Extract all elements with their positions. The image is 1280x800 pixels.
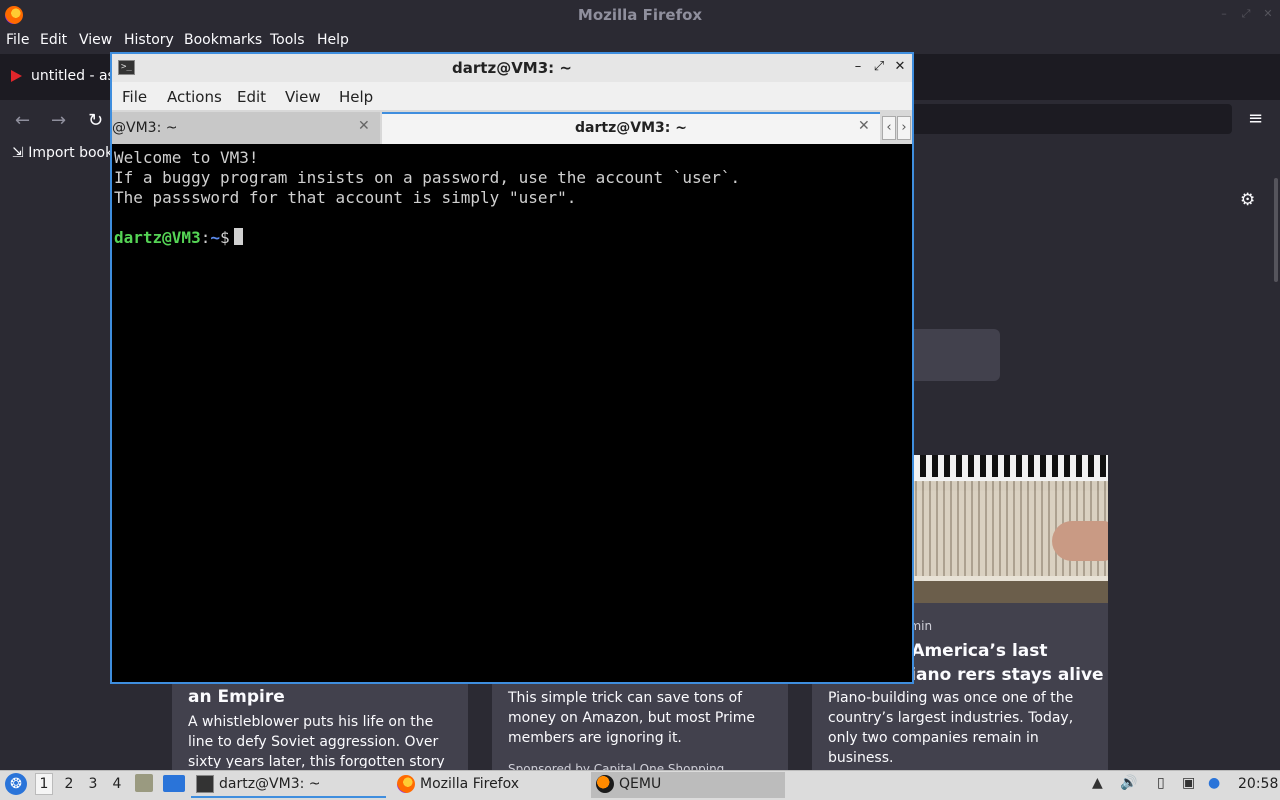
prompt-path: ~ (210, 228, 220, 247)
gear-icon[interactable]: ⚙ (1240, 190, 1255, 210)
story-description: A whistleblower puts his life on the lin… (188, 714, 445, 768)
scroll-tabs-right-icon[interactable]: › (897, 116, 911, 140)
import-icon: ⇲ (12, 145, 29, 161)
workspace-1[interactable]: 1 (35, 773, 53, 795)
workspace-3[interactable]: 3 (84, 776, 102, 792)
scrollbar[interactable] (1274, 178, 1278, 282)
terminal-menu-actions[interactable]: Actions (167, 88, 222, 106)
terminal-prompt: dartz@VM3:~$ (114, 228, 910, 248)
prompt-user: dartz@VM3 (114, 228, 201, 247)
forward-icon[interactable]: → (51, 110, 66, 131)
close-icon[interactable]: ✕ (1262, 8, 1274, 20)
firefox-titlebar: Mozilla Firefox (0, 0, 1280, 30)
maximize-icon[interactable]: ⤢ (1240, 8, 1252, 20)
reload-icon[interactable]: ↻ (88, 110, 103, 131)
scroll-tabs-left-icon[interactable]: ‹ (882, 116, 896, 140)
file-manager-icon[interactable] (135, 774, 153, 792)
maximize-icon[interactable]: ⤢ (871, 59, 887, 75)
task-firefox[interactable]: Mozilla Firefox (392, 772, 587, 798)
terminal-menu-file[interactable]: File (122, 88, 147, 106)
story-title: an Empire (188, 687, 285, 707)
tray-expand-icon[interactable]: ▲ (1092, 775, 1103, 791)
firefox-logo-icon (5, 6, 23, 24)
terminal-line: The passsword for that account is simply… (114, 188, 577, 207)
terminal-tab-label: dartz@VM3: ~ (575, 120, 687, 136)
terminal-icon (196, 775, 214, 793)
import-bookmarks-button[interactable]: ⇲ Import book (12, 145, 113, 161)
network-icon[interactable]: ▣ (1182, 775, 1195, 791)
terminal-window: >_ dartz@VM3: ~ – ⤢ ✕ File Actions Edit … (110, 52, 914, 684)
menu-history[interactable]: History (124, 32, 174, 48)
close-icon[interactable]: ✕ (892, 59, 908, 75)
story-description: Piano-building was once one of the count… (828, 690, 1074, 766)
url-bar[interactable] (905, 104, 1232, 134)
terminal-menu-help[interactable]: Help (339, 88, 373, 106)
menu-tools[interactable]: Tools (270, 32, 305, 48)
browser-tab[interactable]: untitled - as (31, 68, 115, 84)
sponsored-label: Sponsored by Capital One Shopping (508, 762, 725, 770)
story-title: f America’s last piano rers stays alive (898, 641, 1104, 685)
minimize-icon[interactable]: – (850, 59, 866, 75)
terminal-menu-view[interactable]: View (285, 88, 321, 106)
story-description: This simple trick can save tons of money… (508, 690, 756, 746)
workspace-2[interactable]: 2 (60, 776, 78, 792)
terminal-tab-label: @VM3: ~ (112, 120, 178, 136)
close-tab-icon[interactable]: ✕ (858, 118, 870, 134)
show-desktop-icon[interactable] (163, 775, 185, 792)
qemu-icon (596, 775, 614, 793)
terminal-output[interactable]: Welcome to VM3! If a buggy program insist… (114, 148, 910, 248)
hamburger-menu-icon[interactable]: ≡ (1248, 108, 1263, 129)
terminal-line: If a buggy program insists on a password… (114, 168, 741, 187)
clipboard-icon[interactable]: ▯ (1157, 775, 1165, 791)
workspace-4[interactable]: 4 (108, 776, 126, 792)
menu-edit[interactable]: Edit (40, 32, 67, 48)
back-icon[interactable]: ← (15, 110, 30, 131)
close-tab-icon[interactable]: ✕ (358, 118, 370, 134)
menu-file[interactable]: File (6, 32, 29, 48)
terminal-line: Welcome to VM3! (114, 148, 259, 167)
youtube-icon (11, 70, 22, 82)
update-notifier-icon[interactable]: ● (1208, 775, 1220, 791)
terminal-title: dartz@VM3: ~ (452, 59, 572, 77)
volume-icon[interactable]: 🔊 (1120, 775, 1137, 791)
menu-view[interactable]: View (79, 32, 112, 48)
prompt-symbol: $ (219, 228, 230, 247)
menu-help[interactable]: Help (317, 32, 349, 48)
import-bookmarks-label: Import book (28, 145, 114, 161)
task-qemu[interactable]: QEMU (591, 772, 785, 798)
clock[interactable]: 20:58 (1238, 776, 1278, 792)
task-terminal[interactable]: dartz@VM3: ~ (191, 772, 386, 798)
start-menu-icon[interactable]: ❂ (5, 773, 27, 795)
menu-bookmarks[interactable]: Bookmarks (184, 32, 262, 48)
terminal-menu-edit[interactable]: Edit (237, 88, 266, 106)
text-cursor (233, 228, 243, 245)
firefox-icon (397, 775, 415, 793)
minimize-icon[interactable]: – (1218, 8, 1230, 20)
terminal-menubar (112, 82, 912, 110)
